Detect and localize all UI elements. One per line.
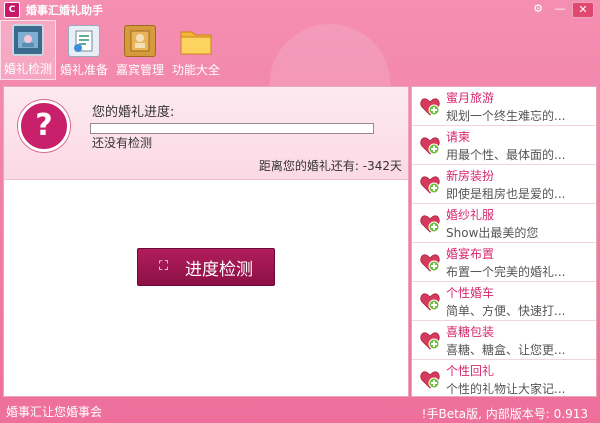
service-item[interactable]: 个性婚车简单、方便、快速打... — [412, 282, 596, 321]
title-bar[interactable]: C 婚事汇婚礼助手 ⚙ — ✕ — [0, 0, 600, 20]
service-title: 新房装扮 — [446, 169, 495, 183]
heart-add-icon — [420, 176, 440, 194]
toolbar-label: 功能大全 — [171, 63, 220, 77]
heart-add-icon — [420, 293, 440, 311]
service-item[interactable]: 婚纱礼服 Show出最美的您 — [412, 204, 596, 243]
service-item[interactable]: 个性回礼个性的礼物让大家记... — [412, 360, 596, 396]
toolbar-item-guest-management[interactable]: 嘉宾管理 — [112, 20, 168, 80]
service-title: 婚宴布置 — [446, 247, 495, 261]
window-controls: ⚙ — ✕ — [528, 2, 594, 18]
services-panel: 蜜月旅游 规划一个终生难忘的... 请柬 用最个性、最体面的... 新房装扮 即使是租房也… — [411, 86, 597, 397]
heart-add-icon — [420, 332, 440, 350]
heart-add-icon — [420, 215, 440, 233]
service-desc: Show出最美的您 — [446, 226, 539, 240]
status-slogan: 婚事汇让您婚事会 — [6, 405, 103, 419]
toolbar-item-all-functions[interactable]: 功能大全 — [168, 20, 224, 80]
toolbar-label: 婚礼检测 — [3, 62, 52, 76]
close-button[interactable]: ✕ — [572, 2, 594, 18]
service-desc: 喜糖、糖盒、让您更... — [446, 343, 566, 357]
service-list: 蜜月旅游 规划一个终生难忘的... 请柬 用最个性、最体面的... 新房装扮 即使是租房也… — [412, 87, 596, 396]
settings-icon[interactable]: ⚙ — [528, 2, 548, 16]
toolbar-label: 婚礼准备 — [59, 63, 108, 77]
toolbar-item-wedding-check[interactable]: 婚礼检测 — [0, 20, 56, 80]
progress-check-button[interactable]: ⛶ 进度检测 — [137, 248, 275, 286]
service-title: 蜜月旅游 — [446, 91, 495, 105]
status-bar: 婚事汇让您婚事会 !手Beta版, 内部版本号: 0.913 — [0, 399, 600, 423]
app-logo-icon: C — [4, 2, 20, 18]
progress-status: 还没有检测 — [92, 136, 153, 150]
window-title: 婚事汇婚礼助手 — [26, 4, 103, 17]
service-desc: 规划一个终生难忘的... — [446, 109, 566, 123]
wedding-countdown: 距离您的婚礼还有: -342天 — [258, 159, 402, 173]
service-title: 个性婚车 — [446, 286, 495, 300]
service-title: 喜糖包装 — [446, 325, 495, 339]
service-title: 婚纱礼服 — [446, 208, 495, 222]
heart-add-icon — [420, 254, 440, 272]
progress-check-label: 进度检测 — [185, 259, 253, 280]
service-title: 个性回礼 — [446, 364, 495, 378]
question-icon: ? — [18, 100, 70, 152]
service-item[interactable]: 婚宴布置布置一个完美的婚礼... — [412, 243, 596, 282]
service-item[interactable]: 新房装扮即使是租房也是爱的... — [412, 165, 596, 204]
folder-icon — [180, 25, 212, 57]
heart-add-icon — [420, 137, 440, 155]
progress-section: ? 您的婚礼进度: 还没有检测 距离您的婚礼还有: -342天 — [4, 87, 408, 180]
heart-add-icon — [420, 98, 440, 116]
minimize-button[interactable]: — — [550, 2, 570, 16]
progress-bar — [90, 123, 374, 134]
version-label: !手Beta版, 内部版本号: 0.913 — [421, 407, 588, 421]
service-item[interactable]: 蜜月旅游规划一个终生难忘的... — [412, 87, 596, 126]
main-toolbar: 婚礼检测 婚礼准备 嘉宾管理 功能大全 — [0, 20, 224, 80]
service-desc: 简单、方便、快速打... — [446, 304, 566, 318]
service-desc: 布置一个完美的婚礼... — [446, 265, 566, 279]
service-desc: 用最个性、最体面的... — [446, 148, 566, 162]
service-item[interactable]: 喜糖包装喜糖、糖盒、让您更... — [412, 321, 596, 360]
main-panel: ? 您的婚礼进度: 还没有检测 距离您的婚礼还有: -342天 ⛶ 进度检测 — [3, 86, 409, 397]
checklist-icon — [68, 25, 100, 57]
expand-icon: ⛶ — [159, 259, 169, 274]
service-title: 请柬 — [446, 130, 471, 144]
service-item[interactable]: 请柬用最个性、最体面的... — [412, 126, 596, 165]
heart-add-icon — [420, 371, 440, 389]
toolbar-label: 嘉宾管理 — [115, 63, 164, 77]
guestbook-icon — [124, 25, 156, 57]
service-desc: 即使是租房也是爱的... — [446, 187, 566, 201]
monitor-icon — [12, 24, 44, 56]
app-window: C 婚事汇婚礼助手 ⚙ — ✕ 婚礼检测 婚礼准备 嘉宾管理 功能大全 ? 您的… — [0, 0, 600, 423]
service-desc: 个性的礼物让大家记... — [446, 382, 566, 396]
progress-title: 您的婚礼进度: — [92, 105, 175, 120]
toolbar-item-wedding-prep[interactable]: 婚礼准备 — [56, 20, 112, 80]
